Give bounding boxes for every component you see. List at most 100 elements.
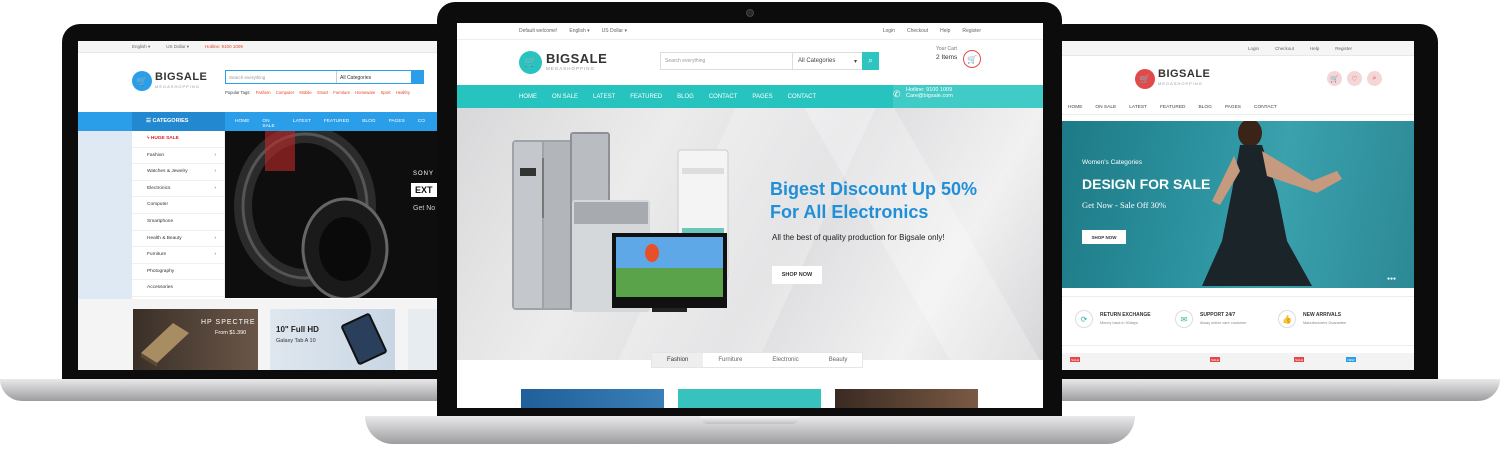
right-wishlist-icon[interactable]: ♡ <box>1347 71 1362 86</box>
center-checkout-link[interactable]: Checkout <box>907 28 928 34</box>
popular-tag[interactable]: Healthy <box>396 90 410 95</box>
right-hero-banner[interactable]: Women's Categories DESIGN FOR SALE Get N… <box>1062 121 1414 288</box>
right-hero-offer: Get Now - Sale Off 30% <box>1082 200 1167 210</box>
banner-cta: Get No <box>413 205 436 212</box>
right-nav-latest[interactable]: LATEST <box>1129 105 1147 110</box>
center-nav-contact[interactable]: CONTACT <box>709 94 738 100</box>
center-nav-latest[interactable]: LATEST <box>593 94 615 100</box>
popular-tag[interactable]: Mobile <box>299 90 311 95</box>
center-nav-blog[interactable]: BLOG <box>677 94 694 100</box>
product-thumb[interactable] <box>835 389 978 408</box>
center-login-link[interactable]: Login <box>883 28 895 34</box>
center-logo-cart-icon[interactable]: 🛒 <box>519 51 542 74</box>
left-logo-name[interactable]: BIGSALE <box>155 71 207 83</box>
center-search-input[interactable]: Search everything <box>661 53 792 69</box>
center-nav-pages[interactable]: PAGES <box>752 94 772 100</box>
center-register-link[interactable]: Register <box>962 28 981 34</box>
center-hero-banner[interactable]: Bigest Discount Up 50% For All Electroni… <box>457 108 1043 360</box>
center-nav-home[interactable]: HOME <box>519 94 537 100</box>
right-search-icon[interactable]: ⌕ <box>1367 71 1382 86</box>
center-nav-featured[interactable]: FEATURED <box>630 94 662 100</box>
sidebar-item-health-beauty[interactable]: Health & Beauty › <box>132 231 224 248</box>
left-category-select[interactable]: All Categories <box>336 71 411 83</box>
left-hero-banner[interactable]: SONY EXT Get No <box>225 131 438 298</box>
right-header: 🛒 BIGSALE MEGASHOPPING 🛒 ♡ ⌕ <box>1062 56 1414 101</box>
left-search-button[interactable] <box>411 71 423 83</box>
right-nav-featured[interactable]: FEATURED <box>1160 105 1186 110</box>
left-hotline: Hotline: 9100 1009 <box>205 44 243 49</box>
hero-shop-now-button[interactable]: SHOP NOW <box>772 266 822 284</box>
center-language-select[interactable]: English ▾ <box>569 28 589 34</box>
left-nav-blog[interactable]: BLOG <box>362 119 375 129</box>
left-categories-header[interactable]: ☰ CATEGORIES <box>132 112 225 131</box>
right-help-link[interactable]: Help <box>1310 46 1319 51</box>
sidebar-item-electronics[interactable]: Electronics › <box>132 181 224 198</box>
left-nav-featured[interactable]: FEATURED <box>324 119 350 129</box>
left-currency-select[interactable]: US Dollar ▾ <box>166 44 189 50</box>
popular-tag[interactable]: Fashion <box>256 90 271 95</box>
center-nav-on-sale[interactable]: ON SALE <box>552 94 578 100</box>
right-cart-icon[interactable]: 🛒 <box>1327 71 1342 86</box>
hotline-email: Care@bigsale.com <box>906 93 953 99</box>
cart-item-count: 2 Items <box>936 54 958 61</box>
sidebar-item-photography[interactable]: Photography <box>132 264 224 281</box>
cart-icon[interactable]: 🛒 <box>963 50 981 68</box>
sidebar-item-furniture[interactable]: Furniture › <box>132 247 224 264</box>
left-nav-on-sale[interactable]: ON SALE <box>262 119 280 129</box>
sidebar-item-computer[interactable]: Computer <box>132 197 224 214</box>
sidebar-item-huge-sale[interactable]: ϟ HUGE SALE <box>132 131 224 148</box>
sidebar-item-fashion[interactable]: Fashion › <box>132 148 224 165</box>
right-nav-contact[interactable]: CONTACT <box>1254 105 1277 110</box>
right-nav-on-sale[interactable]: ON SALE <box>1095 105 1116 110</box>
tab-fashion[interactable]: Fashion <box>652 353 704 367</box>
right-logo-tagline: MEGASHOPPING <box>1158 81 1203 86</box>
center-search-button[interactable]: ⌕ <box>862 52 879 70</box>
right-login-link[interactable]: Login <box>1248 46 1259 51</box>
popular-tag[interactable]: Sport <box>381 90 391 95</box>
right-logo-name[interactable]: BIGSALE <box>1158 68 1210 80</box>
product-thumb[interactable] <box>521 389 664 408</box>
center-cart-summary[interactable]: Your Cart 2 Items <box>936 46 957 61</box>
popular-tag[interactable]: Computer <box>276 90 294 95</box>
popular-tag[interactable]: Smart <box>317 90 328 95</box>
sidebar-item-watches[interactable]: Watches & Jewelry › <box>132 164 224 181</box>
popular-tag[interactable]: Furniture <box>333 90 350 95</box>
promo-card-3[interactable] <box>408 309 438 370</box>
left-nav-contact[interactable]: CO <box>418 119 425 129</box>
right-logo-cart-icon[interactable]: 🛒 <box>1135 69 1155 89</box>
tab-electronic[interactable]: Electronic <box>757 353 813 367</box>
banner-tag: EXT <box>411 183 437 197</box>
left-nav-pages[interactable]: PAGES <box>389 119 405 129</box>
tablet-image <box>340 312 388 366</box>
product-thumb[interactable] <box>678 389 821 408</box>
center-logo-name[interactable]: BIGSALE <box>546 51 607 66</box>
left-language-select[interactable]: English ▾ <box>132 44 150 50</box>
right-register-link[interactable]: Register <box>1335 46 1352 51</box>
right-nav-blog[interactable]: BLOG <box>1198 105 1211 110</box>
sidebar-item-smartphone[interactable]: Smartphone <box>132 214 224 231</box>
hp-spectre-card[interactable]: HP SPECTRE From $1.390 <box>133 309 258 370</box>
right-shop-now-button[interactable]: SHOP NOW <box>1082 230 1126 244</box>
left-logo-cart-icon[interactable]: 🛒 <box>132 71 152 91</box>
right-nav-pages[interactable]: PAGES <box>1225 105 1241 110</box>
center-currency-select[interactable]: US Dollar ▾ <box>602 28 627 34</box>
popular-tag[interactable]: Homeware <box>355 90 375 95</box>
tab-furniture[interactable]: Furniture <box>703 353 757 367</box>
center-nav-contact-2[interactable]: CONTACT <box>788 94 817 100</box>
welcome-text: Default welcome! <box>519 28 558 34</box>
center-hotline: ✆ Hotline: 9100 1009 Care@bigsale.com <box>893 87 953 99</box>
galaxy-tab-card[interactable]: 10" Full HD Galaxy Tab A 10 <box>270 309 395 370</box>
center-category-select[interactable]: All Categories ▾ <box>792 53 862 69</box>
carousel-dots[interactable]: ●●● <box>1387 276 1396 282</box>
center-help-link[interactable]: Help <box>940 28 950 34</box>
left-nav-latest[interactable]: LATEST <box>293 119 311 129</box>
right-nav-home[interactable]: HOME <box>1068 105 1082 110</box>
left-header: 🛒 BIGSALE MEGASHOPPING Search everything… <box>78 53 438 111</box>
right-checkout-link[interactable]: Checkout <box>1275 46 1294 51</box>
center-category-tabs: Fashion Furniture Electronic Beauty <box>651 352 864 368</box>
tab-beauty[interactable]: Beauty <box>814 353 863 367</box>
left-search-input[interactable]: Search everything <box>226 71 336 83</box>
phone-icon: ✆ <box>893 89 901 99</box>
sidebar-item-accessories[interactable]: Accessories <box>132 280 224 297</box>
left-nav-home[interactable]: HOME <box>235 119 249 129</box>
